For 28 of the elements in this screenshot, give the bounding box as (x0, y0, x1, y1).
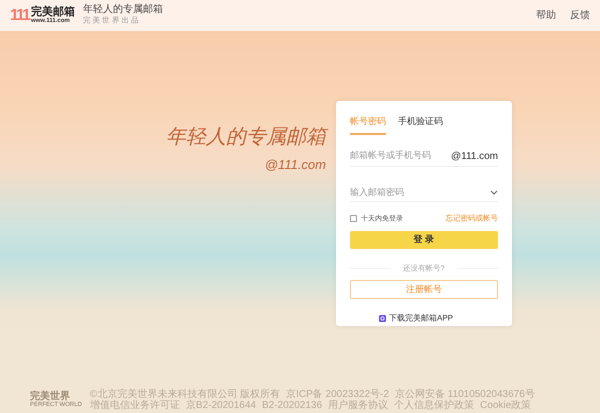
footer-text: 京ICP备 20023322号-2 (286, 389, 389, 400)
login-tab[interactable]: 手机验证码 (398, 115, 443, 134)
hero-domain: @111.com (264, 156, 326, 174)
hero-headline: 年轻人的专属邮箱 (166, 121, 326, 151)
footer-text: B2-20202136 (262, 400, 322, 411)
password-field[interactable]: 输入邮箱密码 (350, 186, 490, 199)
footer-logo: 完美世界 (30, 392, 70, 402)
account-field[interactable]: 邮箱帐号或手机号码 (350, 149, 451, 163)
domain-suffix: @111.com (450, 150, 498, 164)
login-tab[interactable]: 帐号密码 (350, 115, 386, 134)
footer-text[interactable]: Cookie政策 (480, 400, 532, 411)
logo-name: 完美邮箱 (30, 7, 75, 18)
footer-text: 京B2-20201644 (186, 400, 256, 411)
footer-text[interactable]: 个人信息保护政策 (394, 400, 474, 411)
app-icon (378, 315, 386, 322)
app-download-link[interactable]: 下载完美邮箱APP (388, 312, 453, 324)
footer-text: ©北京完美世界未来科技有限公司 版权所有 (90, 389, 280, 400)
header-link[interactable]: 帮助 (536, 8, 556, 23)
footer-text[interactable]: 用户服务协议 (328, 400, 388, 411)
footer-text: 京公网安备 11010502043676号 (394, 389, 535, 400)
login-button[interactable]: 登 录 (350, 231, 498, 249)
logo-mark: 111 (10, 8, 29, 24)
header-link[interactable]: 反馈 (570, 8, 590, 23)
chevron-down-icon[interactable] (490, 190, 498, 195)
register-button[interactable]: 注册帐号 (350, 280, 498, 299)
footer-text: 增值电信业务许可证 (90, 400, 180, 411)
slogan: 年轻人的专属邮箱 (82, 5, 163, 15)
remember-checkbox[interactable] (350, 215, 357, 222)
